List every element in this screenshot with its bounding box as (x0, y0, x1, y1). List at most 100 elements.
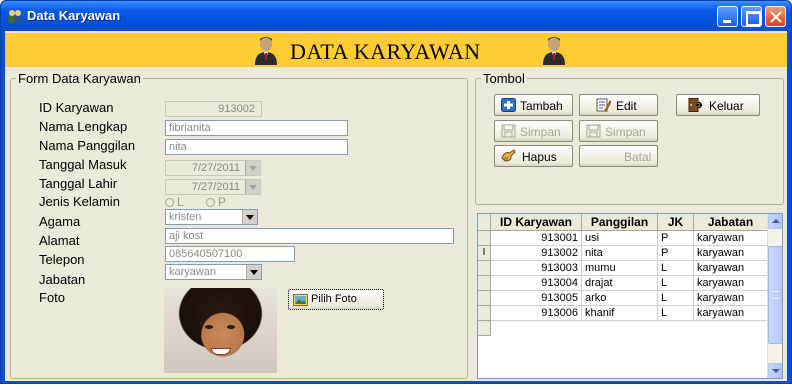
cell-jk[interactable]: L (658, 261, 694, 276)
nama-lengkap-field[interactable]: fibrianita (165, 120, 348, 136)
row-selector[interactable] (478, 321, 491, 336)
alamat-field[interactable]: aji kost (165, 228, 454, 244)
tambah-button[interactable]: Tambah (494, 94, 573, 116)
save-icon (586, 124, 601, 138)
tanggal-lahir-picker[interactable]: 7/27/2011 (165, 179, 261, 195)
row-selector[interactable] (478, 291, 491, 306)
cell-jk[interactable]: P (658, 231, 694, 246)
simpan-edit-button[interactable]: Simpan (579, 120, 658, 142)
cell-panggilan[interactable]: mumu (582, 261, 658, 276)
cell-id[interactable]: 913006 (491, 306, 582, 321)
title-bar[interactable]: Data Karyawan (1, 1, 791, 31)
tombol-legend: Tombol (483, 71, 525, 86)
row-selector[interactable] (478, 231, 491, 246)
jabatan-value: karyawan (169, 266, 217, 278)
cell-id[interactable]: 913002 (491, 246, 582, 261)
cell-panggilan[interactable]: nita (582, 246, 658, 261)
hapus-label: Hapus (522, 150, 557, 164)
minimize-button[interactable] (717, 6, 738, 27)
cell-jabatan[interactable]: karyawan (694, 306, 768, 321)
cell-panggilan[interactable]: arko (582, 291, 658, 306)
table-row[interactable]: 913006 khanif L karyawan (478, 306, 768, 321)
photo-detail (211, 348, 231, 355)
cell-jabatan[interactable]: karyawan (694, 261, 768, 276)
scroll-thumb[interactable] (768, 246, 782, 344)
app-window: Data Karyawan DATA KARYAWAN Form Data Ka… (0, 0, 792, 384)
karyawan-grid[interactable]: ID Karyawan Panggilan JK Jabatan 913001 … (477, 213, 783, 379)
row-selector[interactable] (478, 306, 491, 321)
cell-jabatan[interactable]: karyawan (694, 276, 768, 291)
table-row[interactable]: 913001 usi P karyawan (478, 231, 768, 246)
cell-jk[interactable]: L (658, 276, 694, 291)
cell-panggilan[interactable]: khanif (582, 306, 658, 321)
hapus-button[interactable]: Hapus (494, 145, 573, 167)
column-header[interactable]: ID Karyawan (491, 214, 582, 231)
tanggal-masuk-picker[interactable]: 7/27/2011 (165, 160, 261, 176)
save-icon (501, 124, 516, 138)
cell-jabatan[interactable]: karyawan (694, 231, 768, 246)
form-legend: Form Data Karyawan (18, 71, 141, 86)
photo-icon (293, 294, 308, 306)
scroll-down-icon[interactable] (768, 363, 782, 378)
column-header[interactable]: JK (658, 214, 694, 231)
jabatan-select[interactable]: karyawan (165, 264, 262, 280)
cell-jk[interactable]: P (658, 246, 694, 261)
row-selector[interactable] (478, 276, 491, 291)
agama-select[interactable]: kristen (165, 209, 258, 225)
close-button[interactable] (765, 6, 786, 27)
simpan-edit-label: Simpan (605, 125, 646, 139)
radio-icon (206, 198, 215, 207)
table-row[interactable]: 913005 arko L karyawan (478, 291, 768, 306)
tambah-label: Tambah (520, 99, 563, 113)
table-row[interactable]: 913004 drajat L karyawan (478, 276, 768, 291)
maximize-button[interactable] (741, 6, 762, 27)
cell-id[interactable]: 913003 (491, 261, 582, 276)
cell-jk[interactable]: L (658, 306, 694, 321)
id-karyawan-field[interactable]: 913002 (165, 101, 262, 117)
telepon-field[interactable]: 085640507100 (165, 246, 295, 262)
add-icon (501, 98, 516, 112)
cell-id[interactable]: 913001 (491, 231, 582, 246)
batal-button[interactable]: Batal (579, 145, 658, 167)
gender-radio-l[interactable]: L (165, 195, 184, 209)
cell-jabatan[interactable]: karyawan (694, 246, 768, 261)
edit-label: Edit (616, 99, 637, 113)
label-jenis-kelamin: Jenis Kelamin (39, 194, 120, 209)
table-row[interactable]: I 913002 nita P karyawan (478, 246, 768, 261)
client-area: DATA KARYAWAN Form Data Karyawan ID Kary… (5, 31, 787, 381)
row-selector[interactable] (478, 261, 491, 276)
cell-jk[interactable]: L (658, 291, 694, 306)
cell-id[interactable]: 913004 (491, 276, 582, 291)
vertical-scrollbar[interactable] (767, 214, 782, 378)
batal-label: Batal (624, 150, 652, 164)
exit-icon (688, 98, 702, 112)
cell-panggilan[interactable]: usi (582, 231, 658, 246)
chevron-down-icon[interactable] (245, 180, 260, 194)
simpan-button[interactable]: Simpan (494, 120, 573, 142)
gender-radio-p[interactable]: P (206, 195, 226, 209)
chevron-down-icon[interactable] (245, 161, 260, 175)
label-tanggal-masuk: Tanggal Masuk (39, 157, 127, 172)
chevron-down-icon[interactable] (242, 210, 257, 224)
table-row[interactable]: 913003 mumu L karyawan (478, 261, 768, 276)
row-selector-current[interactable]: I (478, 246, 491, 261)
header-title: DATA KARYAWAN (290, 39, 481, 64)
keluar-label: Keluar (709, 99, 744, 113)
pilih-foto-button[interactable]: Pilih Foto (288, 289, 384, 310)
cell-panggilan[interactable]: drajat (582, 276, 658, 291)
person-icon (543, 37, 565, 65)
chevron-down-icon[interactable] (246, 265, 261, 279)
edit-button[interactable]: Edit (579, 94, 658, 116)
grid-header: ID Karyawan Panggilan JK Jabatan (478, 214, 768, 231)
scroll-up-icon[interactable] (768, 214, 782, 229)
delete-icon (501, 149, 516, 162)
nama-panggilan-field[interactable]: nita (165, 139, 348, 155)
column-header[interactable]: Panggilan (582, 214, 658, 231)
photo-detail (205, 325, 213, 329)
keluar-button[interactable]: Keluar (676, 94, 760, 116)
agama-value: kristen (169, 211, 202, 223)
cell-jabatan[interactable]: karyawan (694, 291, 768, 306)
cell-id[interactable]: 913005 (491, 291, 582, 306)
column-header[interactable]: Jabatan (694, 214, 768, 231)
gender-l-label: L (177, 195, 184, 209)
